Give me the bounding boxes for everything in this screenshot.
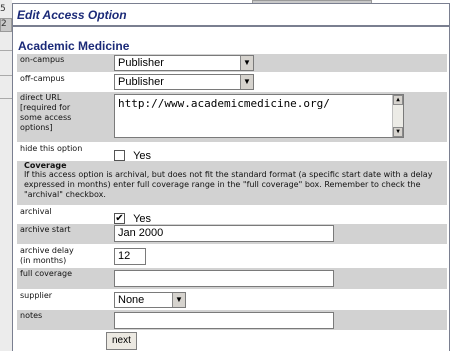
archive-start-row: archive start Jan 2000 bbox=[17, 224, 447, 244]
scroll-down-icon[interactable]: ▼ bbox=[393, 127, 403, 137]
scroll-up-icon[interactable]: ▲ bbox=[393, 95, 403, 105]
next-button[interactable]: next bbox=[106, 332, 137, 350]
off-campus-value: Publisher bbox=[118, 76, 164, 88]
hide-option-yes-label: Yes bbox=[133, 149, 152, 162]
on-campus-row: on-campus Publisher ▼ bbox=[17, 54, 447, 72]
direct-url-label-line: some access bbox=[20, 113, 72, 122]
chevron-down-icon[interactable]: ▼ bbox=[240, 75, 253, 89]
textarea-scrollbar[interactable]: ▲ ▼ bbox=[392, 95, 403, 137]
notes-row: notes bbox=[17, 310, 447, 330]
archive-delay-label-line: archive delay bbox=[20, 246, 74, 255]
hide-option-row: hide this option Yes bbox=[17, 143, 447, 162]
notes-label: notes bbox=[20, 311, 43, 320]
on-campus-label: on-campus bbox=[20, 55, 65, 64]
direct-url-label-line: direct URL bbox=[20, 93, 62, 102]
background-box-fragment: 2 bbox=[0, 18, 12, 32]
archive-delay-row: archive delay (in months) 12 bbox=[17, 245, 447, 267]
direct-url-value: http://www.academicmedicine.org/ bbox=[118, 97, 330, 110]
direct-url-label-line: [required for bbox=[20, 103, 71, 112]
full-coverage-row: full coverage bbox=[17, 268, 447, 289]
notes-input[interactable] bbox=[114, 312, 334, 329]
chevron-down-icon[interactable]: ▼ bbox=[172, 293, 185, 307]
archive-start-label: archive start bbox=[20, 225, 71, 234]
full-coverage-label: full coverage bbox=[20, 269, 73, 278]
journal-title: Academic Medicine bbox=[18, 39, 130, 53]
full-coverage-input[interactable] bbox=[114, 270, 334, 287]
on-campus-value: Publisher bbox=[118, 57, 164, 69]
off-campus-row: off-campus Publisher ▼ bbox=[17, 73, 447, 91]
on-campus-select[interactable]: Publisher ▼ bbox=[114, 55, 254, 71]
hide-option-label: hide this option bbox=[20, 144, 83, 153]
off-campus-select[interactable]: Publisher ▼ bbox=[114, 74, 254, 90]
hide-option-checkbox[interactable] bbox=[114, 150, 125, 161]
archival-yes-label: Yes bbox=[133, 212, 152, 225]
supplier-select[interactable]: None ▼ bbox=[114, 292, 186, 308]
archive-delay-label-line: (in months) bbox=[20, 256, 67, 265]
title-divider bbox=[13, 25, 449, 27]
direct-url-row: direct URL [required for some access opt… bbox=[17, 92, 447, 142]
archive-start-input[interactable]: Jan 2000 bbox=[114, 225, 334, 242]
background-divider bbox=[0, 50, 12, 51]
coverage-heading: Coverage bbox=[24, 161, 67, 170]
archive-delay-input[interactable]: 12 bbox=[114, 248, 146, 265]
archival-checkbox[interactable]: ✔ bbox=[114, 213, 125, 224]
supplier-row: supplier None ▼ bbox=[17, 290, 447, 309]
coverage-section: Coverage If this access option is archiv… bbox=[17, 161, 447, 205]
background-text-fragment: 5 bbox=[0, 4, 6, 14]
background-window-fragment: 5 2 bbox=[0, 0, 12, 351]
archival-row: archival ✔ Yes bbox=[17, 206, 447, 225]
panel-title: Edit Access Option bbox=[17, 8, 127, 22]
edit-access-option-panel: Edit Access Option Academic Medicine on-… bbox=[12, 3, 450, 351]
supplier-label: supplier bbox=[20, 291, 53, 300]
direct-url-textarea[interactable]: http://www.academicmedicine.org/ ▲ ▼ bbox=[114, 94, 404, 138]
supplier-value: None bbox=[118, 294, 145, 306]
coverage-instructions: If this access option is archival, but d… bbox=[24, 170, 433, 199]
direct-url-label: direct URL [required for some access opt… bbox=[20, 93, 104, 133]
direct-url-label-line: options] bbox=[20, 123, 53, 132]
background-divider bbox=[0, 75, 12, 76]
background-divider bbox=[0, 98, 12, 99]
archival-label: archival bbox=[20, 207, 52, 216]
archive-delay-label: archive delay (in months) bbox=[20, 246, 104, 266]
off-campus-label: off-campus bbox=[20, 74, 65, 83]
chevron-down-icon[interactable]: ▼ bbox=[240, 56, 253, 70]
